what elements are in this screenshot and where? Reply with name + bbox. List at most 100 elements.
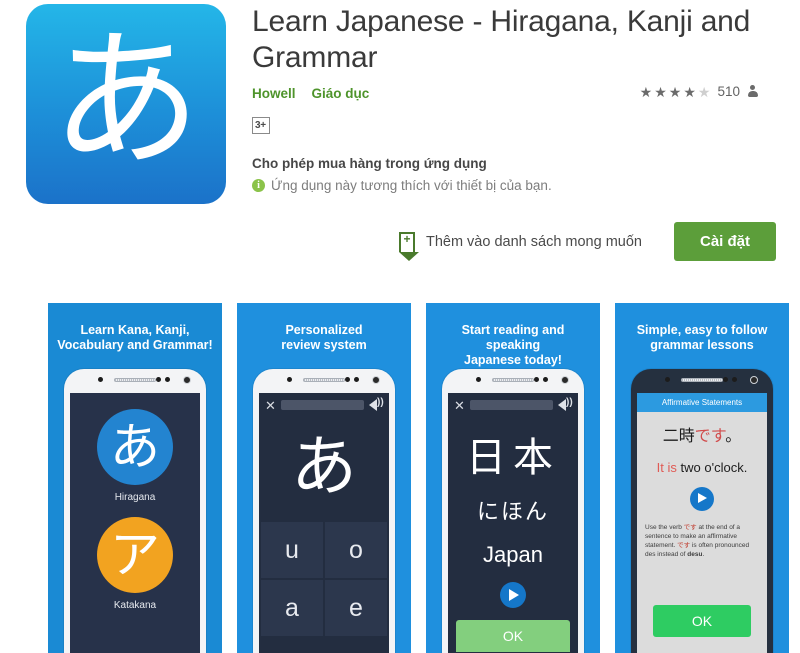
sensor-dot-icon: [534, 377, 539, 382]
speaker-grille-icon: [492, 378, 534, 382]
phone-screen-2: ✕ あ u o a e: [259, 393, 389, 653]
app-action-row: Thêm vào danh sách mong muốn Cài đặt: [398, 222, 776, 261]
app-meta-row: Howell Giáo dục ★ ★ ★ ★ ★ 510: [252, 84, 782, 108]
developer-link[interactable]: Howell: [252, 86, 296, 101]
speaker-grille-icon: [114, 378, 156, 382]
quiz-top-bar-2: ✕: [259, 393, 389, 416]
sensor-dot-icon: [98, 377, 103, 382]
phone-bezel-1: [64, 369, 206, 391]
ok-button[interactable]: OK: [653, 605, 751, 637]
speaker-grille-icon: [303, 378, 345, 382]
screenshot-2-caption: Personalized review system: [281, 323, 367, 352]
sensor-dot-icon: [156, 377, 161, 382]
en-rest: two o'clock.: [676, 460, 748, 475]
note-jp-1: です: [683, 523, 697, 531]
phone-bezel-3: [442, 369, 584, 391]
lesson-japanese-sentence: 二時です。: [645, 422, 759, 446]
phone-bezel-2: [253, 369, 395, 391]
answer-tile[interactable]: a: [261, 580, 323, 636]
play-store-app-page: あ Learn Japanese - Hiragana, Kanji and G…: [0, 0, 800, 653]
speaker-icon[interactable]: [558, 397, 573, 411]
vocab-english: Japan: [483, 542, 543, 567]
screenshot-2[interactable]: Personalized review system ✕)) あ u o a …: [237, 303, 411, 653]
screenshot-4[interactable]: Simple, easy to follow grammar lessons A…: [615, 303, 789, 653]
lesson-body: 二時です。 It is two o'clock. Use the verb です…: [637, 412, 767, 567]
katakana-button[interactable]: ア: [97, 517, 173, 593]
app-icon-glyph: あ: [50, 14, 201, 188]
compatibility-row: i Ứng dụng này tương thích với thiết bị …: [252, 178, 782, 193]
quiz-answer-grid: u o a e: [259, 522, 389, 636]
sensor-dot-icon: [732, 377, 737, 382]
bookmark-add-icon: [398, 231, 419, 261]
vocab-card: 日本 にほん Japan OK: [448, 416, 578, 652]
screenshot-1[interactable]: Learn Kana, Kanji, Vocabulary and Gramma…: [48, 303, 222, 653]
screenshot-1-caption: Learn Kana, Kanji, Vocabulary and Gramma…: [57, 323, 213, 352]
front-camera-icon: [372, 376, 380, 384]
category-link[interactable]: Giáo dục: [312, 86, 370, 101]
front-camera-icon: [183, 376, 191, 384]
sensor-dot-icon: [345, 377, 350, 382]
note-part-1: Use the verb: [645, 524, 684, 531]
sensor-dot-icon: [476, 377, 481, 382]
add-to-wishlist-button[interactable]: Thêm vào danh sách mong muốn: [398, 231, 642, 261]
phone-screen-1: あ Hiragana ア Katakana: [70, 393, 200, 653]
phone-frame-4: Affirmative Statements 二時です。 It is two o…: [631, 369, 773, 653]
star-icon-5: ★: [697, 83, 711, 100]
phone-bezel-4: [631, 369, 773, 391]
play-audio-icon[interactable]: [690, 487, 714, 511]
content-rating-badge[interactable]: 3+: [252, 117, 270, 134]
jp-suffix: 。: [725, 426, 742, 445]
star-rating: ★ ★ ★ ★ ★: [640, 85, 711, 99]
front-camera-icon: [561, 376, 569, 384]
katakana-label: Katakana: [113, 600, 157, 611]
app-header-details: Learn Japanese - Hiragana, Kanji and Gra…: [252, 4, 782, 193]
person-icon: [747, 85, 758, 98]
hiragana-glyph: あ: [110, 418, 160, 476]
install-button[interactable]: Cài đặt: [673, 222, 776, 261]
phone-frame-1: あ Hiragana ア Katakana: [64, 369, 206, 653]
sensor-dot-icon: [543, 377, 548, 382]
vocab-kana: にほん: [476, 500, 549, 525]
front-camera-icon: [750, 376, 758, 384]
play-audio-icon[interactable]: [500, 582, 526, 608]
screenshot-3[interactable]: Start reading and speaking Japanese toda…: [426, 303, 600, 653]
sensor-dot-icon: [665, 377, 670, 382]
ok-button[interactable]: OK: [456, 620, 570, 652]
answer-tile[interactable]: o: [325, 522, 387, 578]
vocab-kanji: 日本: [466, 435, 560, 481]
star-icon-3: ★: [668, 83, 682, 100]
answer-tile[interactable]: e: [325, 580, 387, 636]
lesson-note: Use the verb です at the end of a sentence…: [645, 523, 759, 559]
sensor-dot-icon: [723, 377, 728, 382]
phone-frame-2: ✕ あ u o a e: [253, 369, 395, 653]
note-bold: desu: [687, 551, 703, 558]
quiz-progress-bar: [281, 400, 364, 410]
phone-screen-3: ✕ 日本 にほん Japan OK: [448, 393, 578, 653]
star-icon-2: ★: [654, 83, 667, 100]
lesson-title: Affirmative Statements: [637, 393, 767, 412]
screenshot-3-caption: Start reading and speaking Japanese toda…: [461, 323, 565, 367]
screenshot-carousel[interactable]: Learn Kana, Kanji, Vocabulary and Gramma…: [0, 303, 800, 653]
speaker-icon[interactable]: [369, 397, 384, 411]
app-header: あ Learn Japanese - Hiragana, Kanji and G…: [0, 0, 800, 285]
close-icon[interactable]: ✕: [265, 399, 276, 412]
jp-prefix: 二時: [662, 426, 695, 445]
page-title: Learn Japanese - Hiragana, Kanji and Gra…: [252, 5, 751, 74]
screenshot-4-caption: Simple, easy to follow grammar lessons: [636, 323, 768, 352]
lesson-english-sentence: It is two o'clock.: [645, 460, 759, 475]
quiz-prompt-glyph: あ: [291, 428, 357, 505]
wishlist-label: Thêm vào danh sách mong muốn: [425, 233, 642, 250]
quiz-top-bar-3: ✕: [448, 393, 578, 416]
answer-tile[interactable]: u: [261, 522, 323, 578]
close-icon[interactable]: ✕: [454, 399, 465, 412]
sensor-dot-icon: [165, 377, 170, 382]
katakana-glyph: ア: [110, 526, 160, 584]
sensor-dot-icon: [354, 377, 359, 382]
rating-summary[interactable]: ★ ★ ★ ★ ★ 510: [640, 84, 758, 99]
compatibility-text: Ứng dụng này tương thích với thiết bị củ…: [271, 178, 552, 193]
hiragana-button[interactable]: あ: [97, 409, 173, 485]
kana-menu: あ Hiragana ア Katakana: [70, 393, 200, 611]
speaker-grille-icon: [681, 378, 723, 382]
lesson-footer: OK: [637, 593, 767, 637]
phone-frame-3: ✕ 日本 にほん Japan OK: [442, 369, 584, 653]
